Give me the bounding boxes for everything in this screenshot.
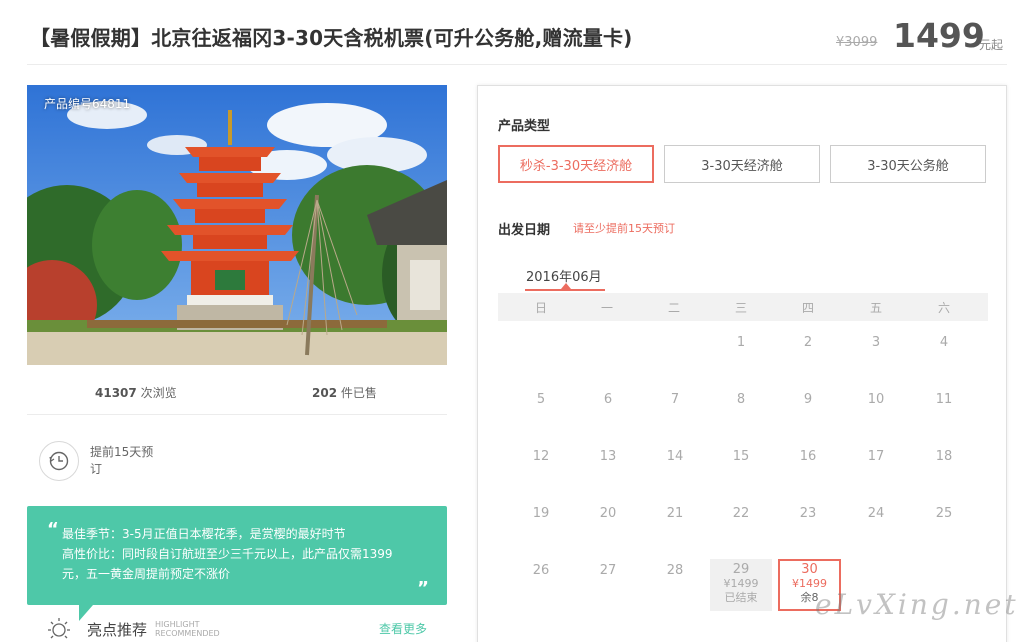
sun-icon [48,618,70,639]
calendar-day[interactable]: 6 [578,392,638,407]
day-number: 30 [801,562,818,577]
calendar-day[interactable]: 20 [578,506,638,521]
month-underline [525,289,605,291]
calendar-day[interactable]: 14 [645,449,705,464]
weekday-thu: 四 [801,301,814,315]
product-type-business[interactable]: 3-30天公务舱 [830,145,986,183]
calendar-day[interactable]: 21 [645,506,705,521]
departure-hint: 请至少提前15天预订 [573,222,675,235]
calendar-day[interactable]: 9 [778,392,838,407]
calendar-day[interactable]: 16 [778,449,838,464]
product-type-flash-economy[interactable]: 秒杀-3-30天经济舱 [498,145,654,183]
sold-label: 件已售 [337,386,377,400]
views-stat: 41307 次浏览 [95,384,177,401]
calendar-day[interactable]: 4 [914,335,974,350]
product-title: 【暑假假期】北京往返福冈3-30天含税机票(可升公务舱,赠流量卡) [30,26,633,50]
calendar-day[interactable]: 17 [846,449,906,464]
product-code: 产品编号64811 [44,97,131,111]
see-more-link[interactable]: 查看更多 [379,620,427,637]
calendar-day[interactable]: 24 [846,506,906,521]
day-status: 已结束 [724,591,758,604]
product-type-label: 产品类型 [498,119,551,134]
product-photo[interactable] [27,85,447,365]
calendar-day[interactable]: 3 [846,335,906,350]
calendar-day-past-priced: 29 ¥1499 已结束 [710,559,772,611]
calendar-day[interactable]: 12 [511,449,571,464]
recommendation-quote: “ 最佳季节：3-5月正值日本樱花季，是赏樱的最好时节 高性价比：同时段自订航班… [27,506,447,605]
highlights-en: HIGHLIGHT RECOMMENDED [155,620,220,638]
views-label: 次浏览 [136,386,177,400]
calendar-weekday-header: 日 一 二 三 四 五 六 [498,293,988,321]
weekday-tue: 二 [667,301,680,315]
calendar-day[interactable]: 19 [511,506,571,521]
calendar-day[interactable]: 15 [711,449,771,464]
site-watermark: eLvXing.net [815,588,1017,621]
highlights-en-2: RECOMMENDED [155,629,220,638]
departure-date-label: 出发日期 [498,223,551,238]
calendar-day[interactable]: 5 [511,392,571,407]
product-stats: 41307 次浏览 202 件已售 [27,375,447,415]
quote-line-3: 元，五一黄金周提前预定不涨价 [62,567,231,581]
price: 1499 [893,16,985,55]
highlights-title: 亮点推荐 [87,621,148,639]
calendar-day[interactable]: 8 [711,392,771,407]
header-divider [27,64,1007,65]
calendar-day[interactable]: 1 [711,335,771,350]
calendar-day[interactable]: 11 [914,392,974,407]
calendar-day[interactable]: 10 [846,392,906,407]
price-unit: 元起 [979,38,1004,52]
calendar-day[interactable]: 26 [511,563,571,578]
weekday-sat: 六 [937,301,950,315]
quote-line-2: 高性价比：同时段自订航班至少三千元以上，此产品仅需1399 [62,547,393,561]
weekday-sun: 日 [534,301,547,315]
weekday-fri: 五 [869,301,882,315]
sold-stat: 202 件已售 [312,384,377,401]
calendar-day[interactable]: 7 [645,392,705,407]
sold-count: 202 [312,386,338,400]
weekday-wed: 三 [734,301,747,315]
open-quote-mark: “ [47,519,59,540]
calendar-day[interactable]: 27 [578,563,638,578]
product-type-economy[interactable]: 3-30天经济舱 [664,145,820,183]
calendar-day[interactable]: 18 [914,449,974,464]
close-quote-mark: ” [417,578,429,599]
views-count: 41307 [95,386,137,400]
day-price: ¥1499 [723,577,759,590]
calendar-day[interactable]: 25 [914,506,974,521]
calendar-day[interactable]: 2 [778,335,838,350]
calendar-day[interactable]: 23 [778,506,838,521]
quote-line-1: 最佳季节：3-5月正值日本樱花季，是赏樱的最好时节 [62,527,346,541]
day-number: 29 [732,562,750,577]
calendar-day[interactable]: 22 [711,506,771,521]
weekday-mon: 一 [600,301,613,315]
original-price: ¥3099 [836,35,878,50]
calendar-day[interactable]: 13 [578,449,638,464]
clock-icon [39,441,79,481]
booking-panel: 产品类型 秒杀-3-30天经济舱 3-30天经济舱 3-30天公务舱 出发日期 … [477,85,1007,642]
booking-advance-text: 提前15天预订 [90,445,154,476]
calendar-day[interactable]: 28 [645,563,705,578]
highlights-en-1: HIGHLIGHT [155,620,200,629]
